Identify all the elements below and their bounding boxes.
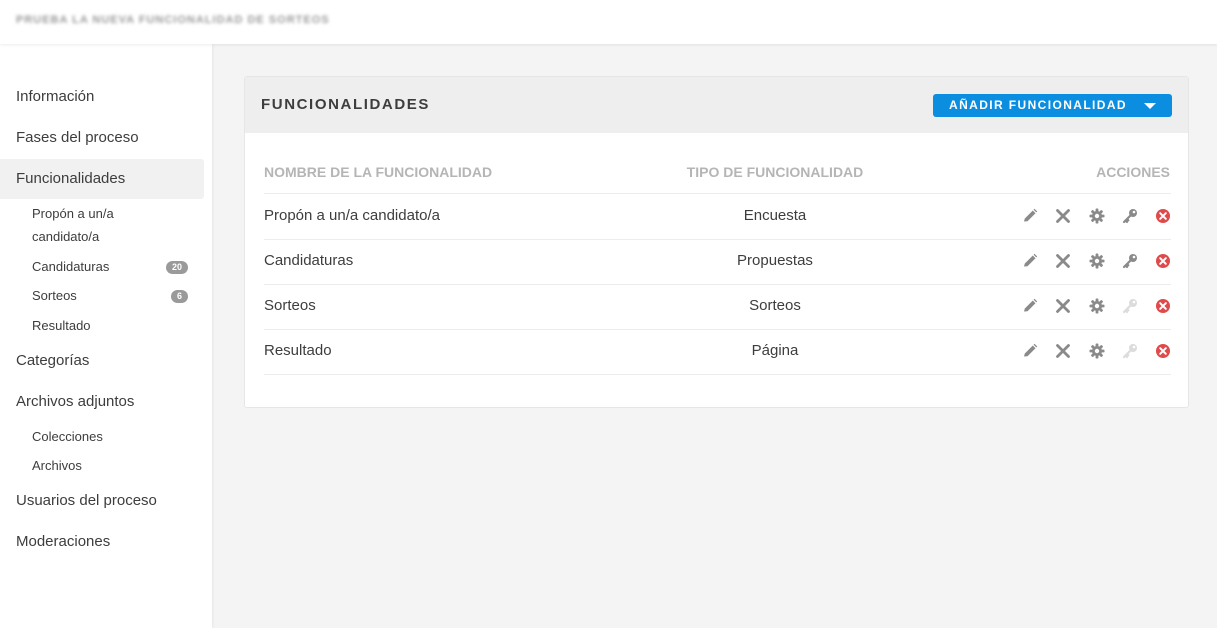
component-type: Propuestas [737,252,813,269]
sidebar-subitem-candidaturas[interactable]: Candidaturas 20 [32,255,188,278]
key-icon [1121,297,1139,315]
count-badge: 6 [170,290,188,303]
gear-icon[interactable] [1088,297,1106,315]
component-type: Encuesta [743,207,807,224]
row-divider [264,329,1171,330]
sidebar-subitem-label: Candidaturas [32,259,110,274]
add-component-label: AÑADIR FUNCIONALIDAD [949,98,1127,112]
row-divider [264,193,1171,194]
sidebar-subitem-label: Propón a un/a [32,206,114,221]
component-type: Sorteos [749,297,801,314]
gear-icon[interactable] [1088,252,1106,270]
x-icon[interactable] [1054,252,1072,270]
sidebar-item-funcionalidades[interactable]: Funcionalidades [0,159,204,199]
sidebar: Información Fases del proceso Funcionali… [0,44,212,628]
key-icon[interactable] [1121,252,1139,270]
count-badge: 20 [165,261,188,274]
sidebar-item-informacion[interactable]: Información [0,77,204,117]
key-icon [1121,342,1139,360]
components-card: FUNCIONALIDADES AÑADIR FUNCIONALIDAD NOM… [244,76,1189,408]
delete-circle-icon[interactable] [1154,207,1172,225]
sidebar-subitem-resultado[interactable]: Resultado [32,314,192,337]
row-divider [264,374,1171,375]
x-icon[interactable] [1054,342,1072,360]
process-title: PRUEBA LA NUEVA FUNCIONALIDAD DE SORTEOS [16,14,330,26]
top-bar: PRUEBA LA NUEVA FUNCIONALIDAD DE SORTEOS [0,0,1217,44]
add-component-button[interactable]: AÑADIR FUNCIONALIDAD [933,94,1172,117]
component-type: Página [751,342,799,359]
sidebar-subitem-label: candidato/a [32,229,100,244]
row-divider [264,284,1171,285]
sidebar-item-fases[interactable]: Fases del proceso [0,118,204,158]
sidebar-subitem-colecciones[interactable]: Colecciones [32,425,192,448]
sidebar-subitem-archivos[interactable]: Archivos [32,454,192,477]
delete-circle-icon[interactable] [1154,252,1172,270]
gear-icon[interactable] [1088,342,1106,360]
sidebar-subitem-propon[interactable]: Propón a un/a candidato/a [32,202,192,248]
column-header-name: NOMBRE DE LA FUNCIONALIDAD [264,164,493,180]
sidebar-subitem-sorteos[interactable]: Sorteos 6 [32,284,188,307]
component-name: Candidaturas [264,252,354,269]
pencil-icon[interactable] [1021,342,1039,360]
sidebar-item-usuarios[interactable]: Usuarios del proceso [0,481,204,521]
card-title: FUNCIONALIDADES [261,96,430,113]
component-name: Propón a un/a candidato/a [264,207,440,224]
sidebar-subitem-label: Sorteos [32,288,77,303]
key-icon[interactable] [1121,207,1139,225]
x-icon[interactable] [1054,297,1072,315]
sidebar-item-categorias[interactable]: Categorías [0,341,204,381]
component-name: Resultado [264,342,332,359]
column-header-type: TIPO DE FUNCIONALIDAD [686,164,864,180]
pencil-icon[interactable] [1021,207,1039,225]
row-divider [264,239,1171,240]
gear-icon[interactable] [1088,207,1106,225]
sidebar-item-moderaciones[interactable]: Moderaciones [0,522,204,562]
pencil-icon[interactable] [1021,252,1039,270]
caret-down-icon [1144,103,1156,109]
pencil-icon[interactable] [1021,297,1039,315]
card-header: FUNCIONALIDADES AÑADIR FUNCIONALIDAD [245,77,1188,133]
component-name: Sorteos [264,297,316,314]
delete-circle-icon[interactable] [1154,342,1172,360]
x-icon[interactable] [1054,207,1072,225]
delete-circle-icon[interactable] [1154,297,1172,315]
sidebar-item-adjuntos[interactable]: Archivos adjuntos [0,382,204,422]
column-header-actions: ACCIONES [1096,164,1170,180]
